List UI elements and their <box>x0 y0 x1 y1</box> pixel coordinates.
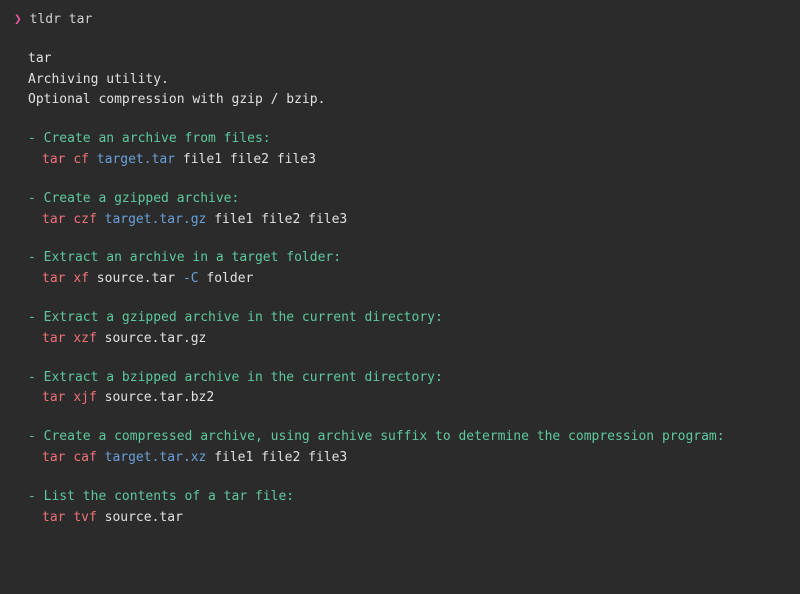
cmd-token: file1 file2 file3 <box>183 152 316 167</box>
cmd-token: tar <box>42 390 65 405</box>
entry-description-line: - Extract a gzipped archive in the curre… <box>28 308 786 329</box>
cmd-token: tar <box>42 152 65 167</box>
prompt-command: tldr tar <box>30 12 93 27</box>
entry-description: Extract an archive in a target folder: <box>44 250 341 265</box>
bullet-icon: - <box>28 429 36 444</box>
cmd-token: file1 file2 file3 <box>214 212 347 227</box>
cmd-token: source.tar.gz <box>105 331 207 346</box>
prompt-symbol-icon: ❯ <box>14 12 22 27</box>
cmd-token: tar <box>42 212 65 227</box>
cmd-token: source.tar.bz2 <box>105 390 215 405</box>
bullet-icon: - <box>28 191 36 206</box>
entry-command: tar xjf source.tar.bz2 <box>42 388 786 409</box>
entry-command: tar xzf source.tar.gz <box>42 329 786 350</box>
entry-description: Extract a gzipped archive in the current… <box>44 310 443 325</box>
cmd-token: xzf <box>73 331 96 346</box>
cmd-token: file1 file2 file3 <box>214 450 347 465</box>
cmd-token: tar <box>42 450 65 465</box>
tldr-entry: - Create a compressed archive, using arc… <box>28 427 786 469</box>
command-name: tar <box>28 49 786 70</box>
entry-command: tar cf target.tar file1 file2 file3 <box>42 150 786 171</box>
tldr-entry: - Create an archive from files: tar cf t… <box>28 129 786 171</box>
entry-description-line: - Create a compressed archive, using arc… <box>28 427 786 448</box>
bullet-icon: - <box>28 370 36 385</box>
entry-description-line: - List the contents of a tar file: <box>28 487 786 508</box>
tldr-entry: - Extract a gzipped archive in the curre… <box>28 308 786 350</box>
entry-command: tar caf target.tar.xz file1 file2 file3 <box>42 448 786 469</box>
tldr-header: tar Archiving utility. Optional compress… <box>28 49 786 111</box>
entry-description: Create a compressed archive, using archi… <box>44 429 725 444</box>
entry-command: tar tvf source.tar <box>42 508 786 529</box>
cmd-token: target.tar <box>97 152 175 167</box>
entry-description: List the contents of a tar file: <box>44 489 294 504</box>
cmd-token: tar <box>42 510 65 525</box>
tldr-entry: - Extract a bzipped archive in the curre… <box>28 368 786 410</box>
tldr-entry: - Extract an archive in a target folder:… <box>28 248 786 290</box>
entry-command: tar xf source.tar -C folder <box>42 269 786 290</box>
bullet-icon: - <box>28 250 36 265</box>
cmd-token: source.tar <box>105 510 183 525</box>
bullet-icon: - <box>28 131 36 146</box>
cmd-token: target.tar.gz <box>105 212 207 227</box>
entry-description: Create an archive from files: <box>44 131 271 146</box>
bullet-icon: - <box>28 489 36 504</box>
cmd-token: target.tar.xz <box>105 450 207 465</box>
entry-description-line: - Extract a bzipped archive in the curre… <box>28 368 786 389</box>
tldr-entry: - Create a gzipped archive: tar czf targ… <box>28 189 786 231</box>
cmd-token: xjf <box>73 390 96 405</box>
command-desc-2: Optional compression with gzip / bzip. <box>28 90 786 111</box>
entry-description-line: - Create an archive from files: <box>28 129 786 150</box>
cmd-token: tar <box>42 331 65 346</box>
bullet-icon: - <box>28 310 36 325</box>
cmd-token: tar <box>42 271 65 286</box>
entry-description: Create a gzipped archive: <box>44 191 240 206</box>
cmd-token: folder <box>206 271 253 286</box>
entry-description-line: - Create a gzipped archive: <box>28 189 786 210</box>
cmd-token: tvf <box>73 510 96 525</box>
cmd-token: caf <box>73 450 96 465</box>
entry-description-line: - Extract an archive in a target folder: <box>28 248 786 269</box>
cmd-token: czf <box>73 212 96 227</box>
entry-command: tar czf target.tar.gz file1 file2 file3 <box>42 210 786 231</box>
command-desc-1: Archiving utility. <box>28 70 786 91</box>
cmd-token: cf <box>73 152 89 167</box>
cmd-token: -C <box>183 271 199 286</box>
entry-description: Extract a bzipped archive in the current… <box>44 370 443 385</box>
tldr-entry: - List the contents of a tar file: tar t… <box>28 487 786 529</box>
cmd-token: xf <box>73 271 89 286</box>
prompt-line[interactable]: ❯ tldr tar <box>14 10 786 31</box>
cmd-token: source.tar <box>97 271 175 286</box>
